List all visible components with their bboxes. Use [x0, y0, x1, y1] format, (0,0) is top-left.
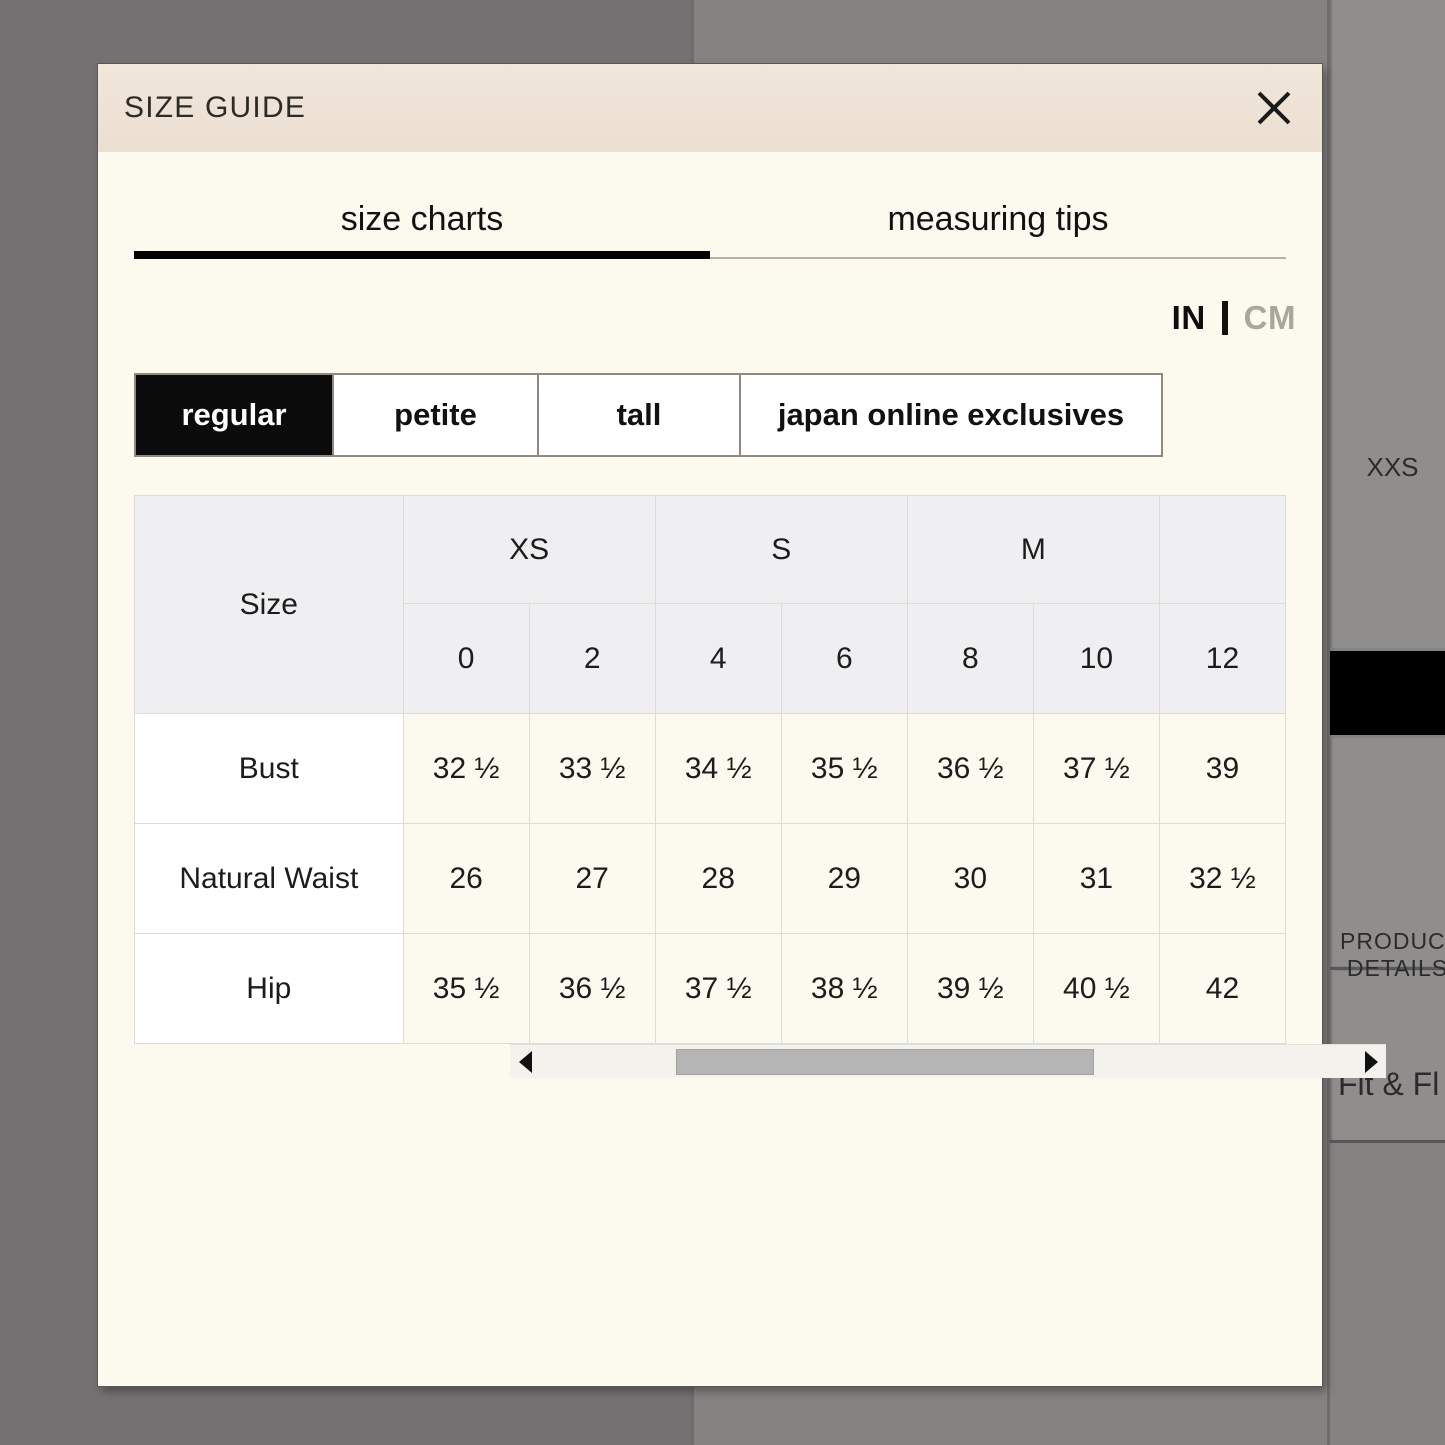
- cell-hip-2: 36 ½: [529, 934, 655, 1044]
- background-label-product: PRODUCT: [1340, 928, 1445, 955]
- cell-hip-0: 35 ½: [403, 934, 529, 1044]
- background-label-details: DETAILS: [1340, 955, 1445, 982]
- fit-type-group: regular petite tall japan online exclusi…: [134, 373, 1163, 457]
- fit-type-regular[interactable]: regular: [136, 375, 334, 455]
- modal-titlebar: SIZE GUIDE: [98, 64, 1322, 152]
- cell-waist-4: 28: [655, 824, 781, 934]
- modal-tabs: size charts measuring tips: [134, 200, 1286, 259]
- cell-waist-0: 26: [403, 824, 529, 934]
- fit-type-japan-online-exclusives[interactable]: japan online exclusives: [741, 375, 1161, 455]
- tab-size-charts[interactable]: size charts: [134, 200, 710, 257]
- size-chart-table: Size XS S M 0 2 4 6 8 10 12: [134, 495, 1286, 1044]
- cell-bust-0: 32 ½: [403, 714, 529, 824]
- table-horizontal-scrollbar[interactable]: [510, 1044, 1386, 1078]
- table-row: Bust 32 ½ 33 ½ 34 ½ 35 ½ 36 ½ 37 ½ 39: [135, 714, 1286, 824]
- table-header-row-groups: Size XS S M: [135, 496, 1286, 604]
- unit-toggle: IN CM: [98, 299, 1296, 337]
- cell-hip-10: 40 ½: [1033, 934, 1159, 1044]
- scrollbar-track[interactable]: [540, 1045, 1356, 1079]
- size-number-6: 6: [781, 604, 907, 714]
- cell-hip-12: 42: [1159, 934, 1285, 1044]
- cell-bust-8: 36 ½: [907, 714, 1033, 824]
- cell-waist-10: 31: [1033, 824, 1159, 934]
- size-group-s: S: [655, 496, 907, 604]
- row-label-hip: Hip: [135, 934, 404, 1044]
- triangle-right-icon[interactable]: [1356, 1045, 1386, 1079]
- size-group-m: M: [907, 496, 1159, 604]
- size-table-scroll-container[interactable]: Size XS S M 0 2 4 6 8 10 12: [134, 495, 1286, 1044]
- fit-type-petite[interactable]: petite: [334, 375, 539, 455]
- cell-bust-2: 33 ½: [529, 714, 655, 824]
- size-number-0: 0: [403, 604, 529, 714]
- background-rule-2: [1330, 1140, 1445, 1143]
- size-group-xs: XS: [403, 496, 655, 604]
- row-label-natural-waist: Natural Waist: [135, 824, 404, 934]
- cell-waist-6: 29: [781, 824, 907, 934]
- row-label-bust: Bust: [135, 714, 404, 824]
- background-size-card: [1330, 0, 1445, 648]
- close-icon[interactable]: [1248, 82, 1300, 134]
- size-number-8: 8: [907, 604, 1033, 714]
- background-label-xxs: XXS: [1340, 452, 1445, 483]
- scrollbar-thumb[interactable]: [676, 1049, 1094, 1075]
- size-number-2: 2: [529, 604, 655, 714]
- cell-waist-2: 27: [529, 824, 655, 934]
- size-guide-modal: SIZE GUIDE size charts measuring tips IN…: [98, 64, 1322, 1386]
- cell-bust-10: 37 ½: [1033, 714, 1159, 824]
- size-number-4: 4: [655, 604, 781, 714]
- background-selected-swatch: [1330, 651, 1445, 735]
- cell-waist-12: 32 ½: [1159, 824, 1285, 934]
- cell-bust-4: 34 ½: [655, 714, 781, 824]
- fit-type-tall[interactable]: tall: [539, 375, 741, 455]
- cell-hip-6: 38 ½: [781, 934, 907, 1044]
- triangle-left-icon[interactable]: [510, 1045, 540, 1079]
- table-corner-label: Size: [135, 496, 404, 714]
- modal-title: SIZE GUIDE: [124, 91, 306, 125]
- cell-bust-12: 39: [1159, 714, 1285, 824]
- unit-cm-button[interactable]: CM: [1244, 299, 1296, 337]
- size-number-10: 10: [1033, 604, 1159, 714]
- tab-measuring-tips[interactable]: measuring tips: [710, 200, 1286, 257]
- cell-hip-4: 37 ½: [655, 934, 781, 1044]
- unit-separator: [1222, 301, 1228, 335]
- cell-bust-6: 35 ½: [781, 714, 907, 824]
- size-group-next: [1159, 496, 1285, 604]
- background-faint-marks: [0, 600, 1, 631]
- size-number-12: 12: [1159, 604, 1285, 714]
- cell-hip-8: 39 ½: [907, 934, 1033, 1044]
- table-row: Natural Waist 26 27 28 29 30 31 32 ½: [135, 824, 1286, 934]
- table-row: Hip 35 ½ 36 ½ 37 ½ 38 ½ 39 ½ 40 ½ 42: [135, 934, 1286, 1044]
- page-root: XXS PRODUCT DETAILS Fit & Fl SIZE GUIDE …: [0, 0, 1445, 1445]
- unit-in-button[interactable]: IN: [1172, 299, 1206, 337]
- cell-waist-8: 30: [907, 824, 1033, 934]
